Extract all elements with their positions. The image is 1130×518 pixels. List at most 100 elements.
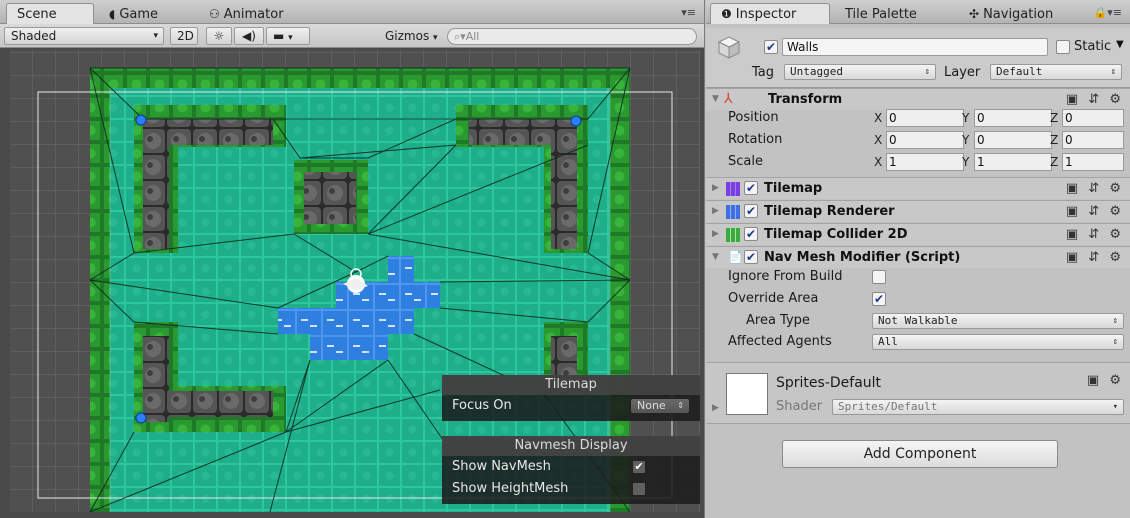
position-z-field[interactable]: 0 [1062,109,1124,127]
show-navmesh-checkbox[interactable]: ✔ [632,460,646,474]
chevron-down-icon[interactable]: ▼ [1116,39,1124,50]
scene-search-input[interactable]: ⌕▾All [447,28,697,45]
tilemap-collider-header[interactable]: ▶ ✔ Tilemap Collider 2D ▣ ⇵ ⚙ [706,223,1130,245]
tab-game[interactable]: ◖ Game [98,3,198,24]
transform-header[interactable]: ▼ ⅄ Transform ▣ ⇵ ⚙ [706,88,1130,110]
scale-x-field[interactable]: 1 [886,153,964,171]
shader-dropdown[interactable]: Sprites/Default ▾ [832,399,1124,415]
position-y-field[interactable]: 0 [974,109,1052,127]
component-settings-icons[interactable]: ▣ ⇵ ⚙ [1066,250,1124,265]
fold-arrow-icon: ▼ [712,94,719,104]
tab-navigation[interactable]: ✣ Navigation [958,3,1088,24]
show-heightmesh-checkbox[interactable] [632,482,646,496]
scale-x-value: 1 [889,155,897,169]
show-navmesh-label: Show NavMesh [452,459,551,474]
transform-axes-icon: ⅄ [724,91,733,107]
tilemap-renderer-title: Tilemap Renderer [764,204,895,219]
scale-y-field[interactable]: 1 [974,153,1052,171]
tilemap-component-header[interactable]: ▶ ✔ Tilemap ▣ ⇵ ⚙ [706,177,1130,199]
shader-label: Shader [776,399,823,414]
focus-on-dropdown[interactable]: None ⇕ [630,398,690,414]
component-settings-icons[interactable]: ▣ ⇵ ⚙ [1066,227,1124,242]
ignore-from-build-checkbox[interactable] [872,270,886,284]
navigation-icon: ✣ [969,7,980,21]
component-settings-icons[interactable]: ▣ ⇵ ⚙ [1066,181,1124,196]
cube-icon[interactable] [716,34,742,60]
component-settings-icons[interactable]: ▣ ⇵ ⚙ [1066,92,1124,107]
tag-dropdown[interactable]: Untagged ⇕ [784,64,936,80]
object-active-checkbox[interactable]: ✔ [764,40,778,54]
scale-label: Scale [728,154,763,169]
rotation-x-field[interactable]: 0 [886,131,964,149]
position-z-value: 0 [1065,111,1073,125]
fold-arrow-icon: ▼ [712,252,719,262]
show-heightmesh-row: Show HeightMesh [442,478,700,500]
tab-inspector[interactable]: ❶ Inspector [710,3,830,24]
gizmos-dropdown[interactable]: Gizmos ▾ [378,27,444,45]
lock-menu-icon[interactable]: 🔒▾≡ [1094,6,1122,19]
tab-animator[interactable]: ⚇ Animator [198,3,308,24]
audio-toggle-button[interactable]: ◀) [234,27,264,45]
object-name-field[interactable]: Walls [782,38,1048,56]
show-heightmesh-label: Show HeightMesh [452,481,569,496]
add-component-button[interactable]: Add Component [782,440,1058,468]
2d-toggle-label: 2D [177,29,194,43]
info-icon: ❶ [721,7,732,21]
speaker-icon: ◀) [242,29,256,43]
nav-mesh-modifier-header[interactable]: ▼ 📄 ✔ Nav Mesh Modifier (Script) ▣ ⇵ ⚙ [706,246,1130,268]
lighting-toggle-button[interactable]: ☼ [206,27,232,45]
affected-agents-dropdown[interactable]: All ⇕ [872,334,1124,350]
scale-z-field[interactable]: 1 [1062,153,1124,171]
area-type-value: Not Walkable [878,314,958,327]
tab-scene[interactable]: Scene [6,3,94,24]
focus-on-value: None [637,399,666,412]
component-settings-icons[interactable]: ▣ ⇵ ⚙ [1066,204,1124,219]
tilemap-collider-title: Tilemap Collider 2D [764,227,908,242]
shading-mode-dropdown[interactable]: Shaded ▾ [4,27,164,45]
focus-on-row: Focus On None ⇕ [442,395,700,417]
static-checkbox[interactable] [1056,40,1070,54]
tilemap-collider-enabled-checkbox[interactable]: ✔ [744,227,758,241]
override-area-checkbox[interactable]: ✔ [872,292,886,306]
tilemap-grid-icon [726,182,740,196]
nav-mesh-modifier-title: Nav Mesh Modifier (Script) [764,250,961,265]
chevron-updown-icon: ⇕ [924,67,930,77]
chevron-updown-icon: ⇕ [677,401,684,410]
fold-arrow-icon: ▶ [712,229,719,239]
material-settings-icons[interactable]: ▣ ⚙ [1087,373,1124,388]
rotation-z-field[interactable]: 0 [1062,131,1124,149]
scene-viewport[interactable]: Tilemap Focus On None ⇕ Navmesh Display … [10,50,700,512]
tab-tile-palette[interactable]: Tile Palette [834,3,944,24]
position-x-field[interactable]: 0 [886,109,964,127]
axis-z-label: Z [1050,133,1059,147]
tag-label: Tag [752,65,775,80]
axis-y-label: Y [962,155,970,169]
area-type-dropdown[interactable]: Not Walkable ⇕ [872,313,1124,329]
search-placeholder: All [465,30,480,43]
tilemap-enabled-checkbox[interactable]: ✔ [744,181,758,195]
tag-value: Untagged [790,65,843,78]
effects-dropdown[interactable]: ▬ ▾ [266,27,310,45]
tilemap-renderer-enabled-checkbox[interactable]: ✔ [744,204,758,218]
layer-dropdown[interactable]: Default ⇕ [990,64,1122,80]
scene-tab-label: Scene [17,7,57,22]
fold-arrow-icon: ▶ [712,206,719,216]
material-preview-thumbnail[interactable] [726,373,768,415]
2d-toggle-button[interactable]: 2D [170,27,198,45]
chevron-updown-icon: ⇕ [1112,337,1118,347]
position-x-value: 0 [889,111,897,125]
axis-z-label: Z [1050,155,1059,169]
fold-arrow-icon[interactable]: ▶ [712,403,719,413]
tab-menu-icon[interactable]: ▾≡ [681,6,696,19]
tilemap-overlay-title: Tilemap [442,375,700,395]
chevron-updown-icon: ▾ [1112,402,1118,412]
chevron-down-icon: ▾ [433,33,438,43]
tile-palette-tab-label: Tile Palette [845,7,917,22]
tilemap-title: Tilemap [764,181,823,196]
tilemap-renderer-header[interactable]: ▶ ✔ Tilemap Renderer ▣ ⇵ ⚙ [706,200,1130,222]
rotation-label: Rotation [728,132,783,147]
object-header: ✔ Walls Static ▼ Tag Untagged ⇕ Layer Def… [706,28,1130,88]
nav-mesh-modifier-enabled-checkbox[interactable]: ✔ [744,250,758,264]
sun-icon: ☼ [213,29,225,43]
rotation-y-field[interactable]: 0 [974,131,1052,149]
